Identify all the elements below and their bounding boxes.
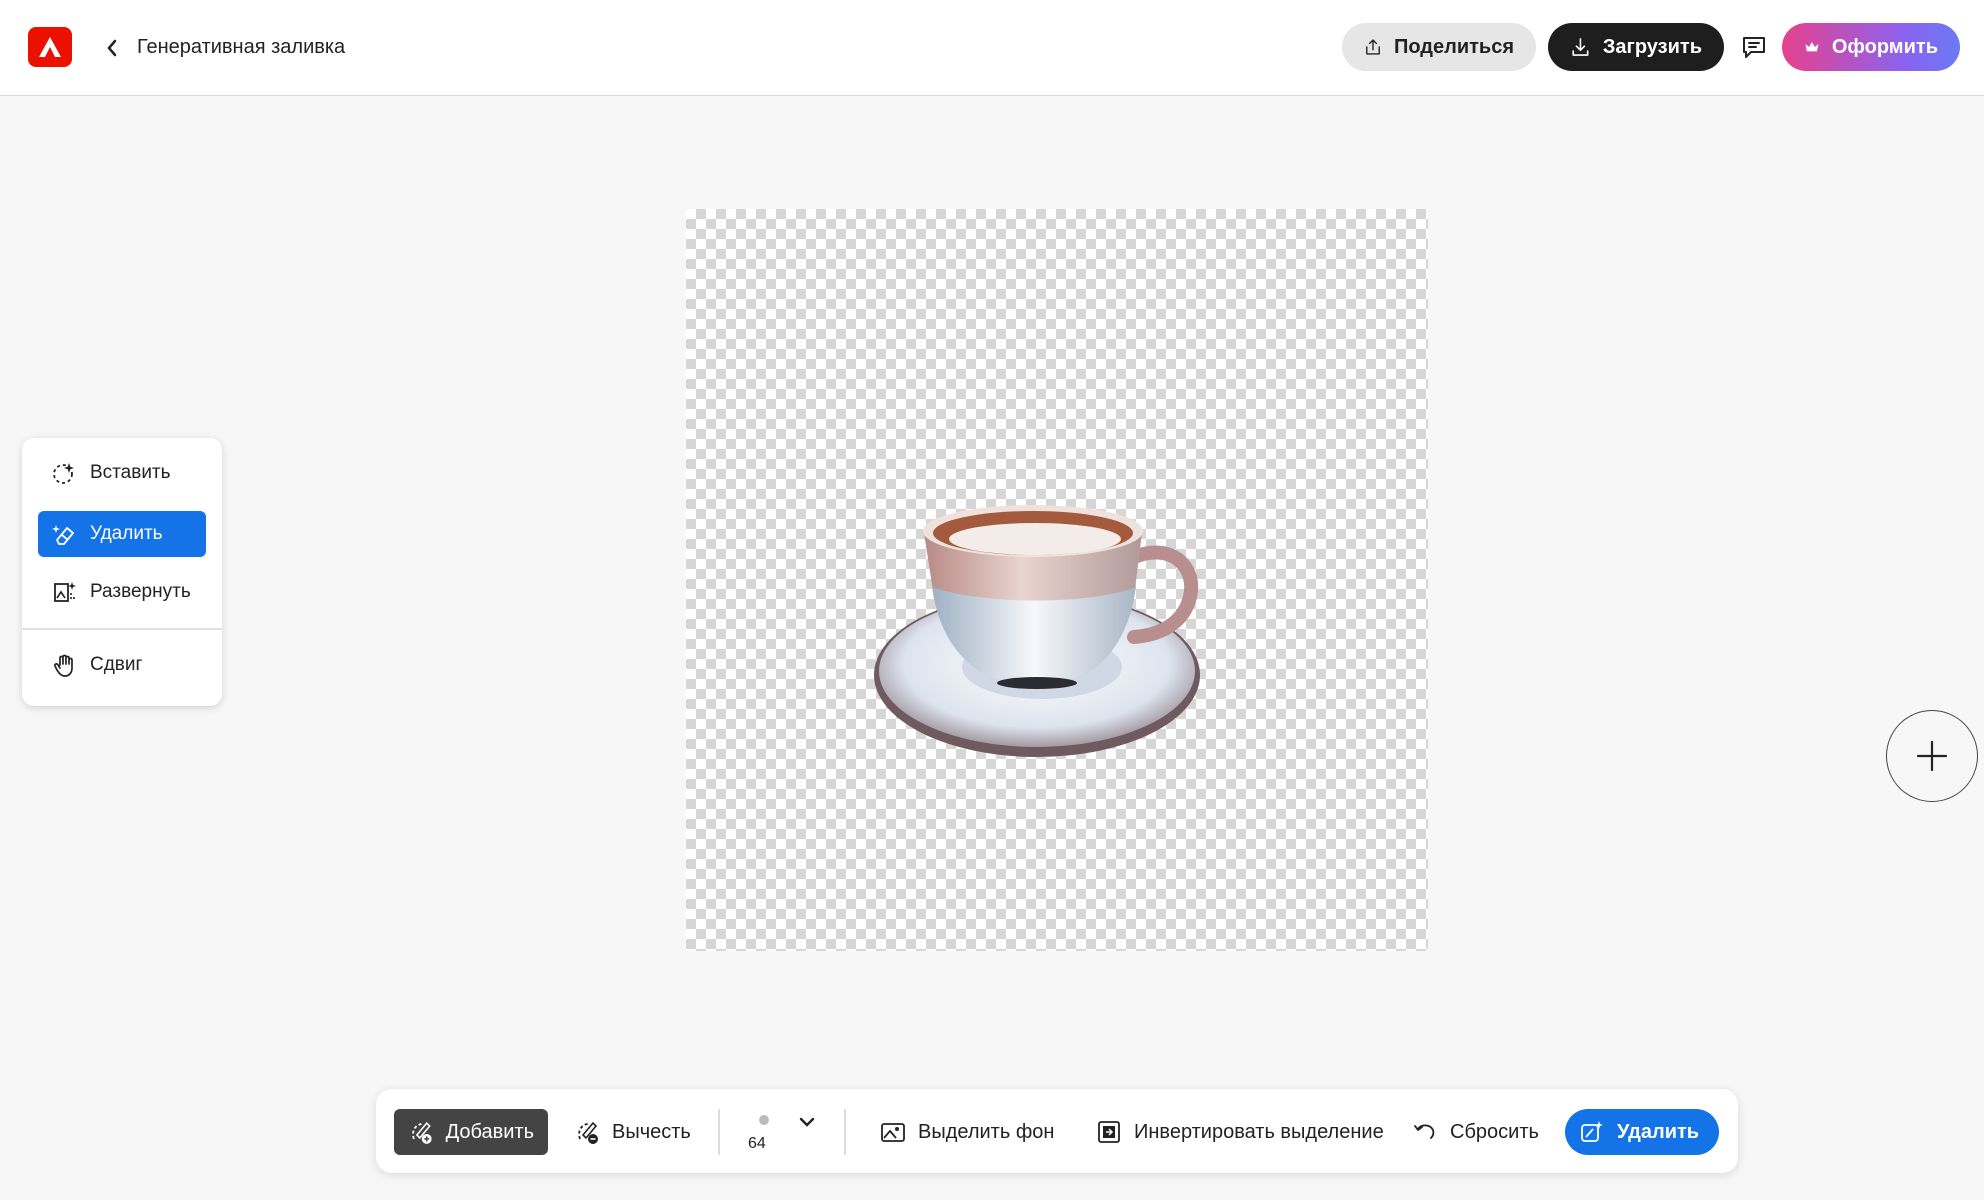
download-label: Загрузить bbox=[1602, 35, 1702, 58]
selection-toolbar: Добавить Вычесть 64 Выделить фон Инверти… bbox=[376, 1089, 1738, 1173]
tool-insert[interactable]: Вставить bbox=[38, 450, 206, 496]
adobe-express-logo[interactable] bbox=[28, 27, 72, 67]
remove-button[interactable]: Удалить bbox=[1565, 1109, 1719, 1155]
tool-pan-label: Сдвиг bbox=[90, 654, 143, 675]
brush-size-value: 64 bbox=[748, 1135, 766, 1152]
add-label: Добавить bbox=[445, 1120, 534, 1143]
reset-button[interactable]: Сбросить bbox=[1398, 1109, 1553, 1155]
top-bar: Генеративная заливка Поделиться Загрузит… bbox=[0, 0, 1984, 96]
invert-selection-icon bbox=[1098, 1121, 1120, 1143]
invert-label: Инвертировать выделение bbox=[1134, 1120, 1384, 1143]
share-button[interactable]: Поделиться bbox=[1342, 23, 1536, 71]
premium-button[interactable]: Оформить bbox=[1782, 23, 1960, 71]
tool-pan[interactable]: Сдвиг bbox=[38, 642, 206, 688]
expand-icon bbox=[54, 582, 76, 602]
undo-icon bbox=[1414, 1124, 1435, 1139]
adobe-logo-icon bbox=[39, 37, 61, 57]
tool-divider bbox=[22, 628, 222, 630]
remove-label: Удалить bbox=[1617, 1120, 1700, 1143]
generative-remove-icon bbox=[1581, 1121, 1603, 1142]
zoom-in-button[interactable] bbox=[1886, 710, 1978, 802]
toolbar-divider bbox=[718, 1109, 720, 1155]
reset-label: Сбросить bbox=[1450, 1120, 1539, 1143]
tool-insert-label: Вставить bbox=[90, 462, 171, 483]
invert-selection-button[interactable]: Инвертировать выделение bbox=[1082, 1109, 1398, 1155]
select-bg-label: Выделить фон bbox=[918, 1120, 1055, 1143]
tool-remove-label: Удалить bbox=[90, 523, 163, 544]
brush-size-dropdown[interactable]: 64 bbox=[742, 1107, 842, 1157]
tool-expand[interactable]: Развернуть bbox=[38, 569, 206, 615]
tool-expand-label: Развернуть bbox=[90, 581, 191, 602]
chevron-down-icon bbox=[799, 1117, 815, 1127]
subtract-label: Вычесть bbox=[612, 1120, 691, 1143]
hand-icon bbox=[53, 654, 73, 677]
page-title: Генеративная заливка bbox=[137, 36, 346, 58]
brush-add-icon bbox=[412, 1121, 432, 1144]
share-icon bbox=[1366, 39, 1380, 55]
insert-icon bbox=[53, 463, 74, 484]
back-button[interactable] bbox=[96, 30, 128, 66]
image-icon bbox=[881, 1123, 905, 1142]
tool-panel: Вставить Удалить Развернуть Сдвиг bbox=[22, 438, 222, 706]
tool-remove[interactable]: Удалить bbox=[38, 511, 206, 557]
add-selection-button[interactable]: Добавить bbox=[394, 1109, 548, 1155]
comment-icon bbox=[1743, 37, 1765, 58]
share-label: Поделиться bbox=[1393, 35, 1514, 58]
toolbar-divider bbox=[844, 1109, 846, 1155]
select-background-button[interactable]: Выделить фон bbox=[866, 1109, 1068, 1155]
image-canvas[interactable] bbox=[686, 209, 1428, 951]
subtract-selection-button[interactable]: Вычесть bbox=[560, 1109, 705, 1155]
plus-icon bbox=[1916, 740, 1948, 772]
remove-icon bbox=[52, 525, 74, 545]
crown-icon bbox=[1805, 41, 1819, 52]
comments-button[interactable] bbox=[1738, 31, 1770, 63]
download-icon bbox=[1572, 38, 1589, 56]
coffee-cup-image bbox=[874, 505, 1200, 757]
brush-preview-dot bbox=[759, 1115, 769, 1125]
brush-subtract-icon bbox=[578, 1121, 598, 1144]
download-button[interactable]: Загрузить bbox=[1548, 23, 1724, 71]
premium-label: Оформить bbox=[1831, 35, 1938, 58]
chevron-left-icon bbox=[107, 39, 117, 57]
